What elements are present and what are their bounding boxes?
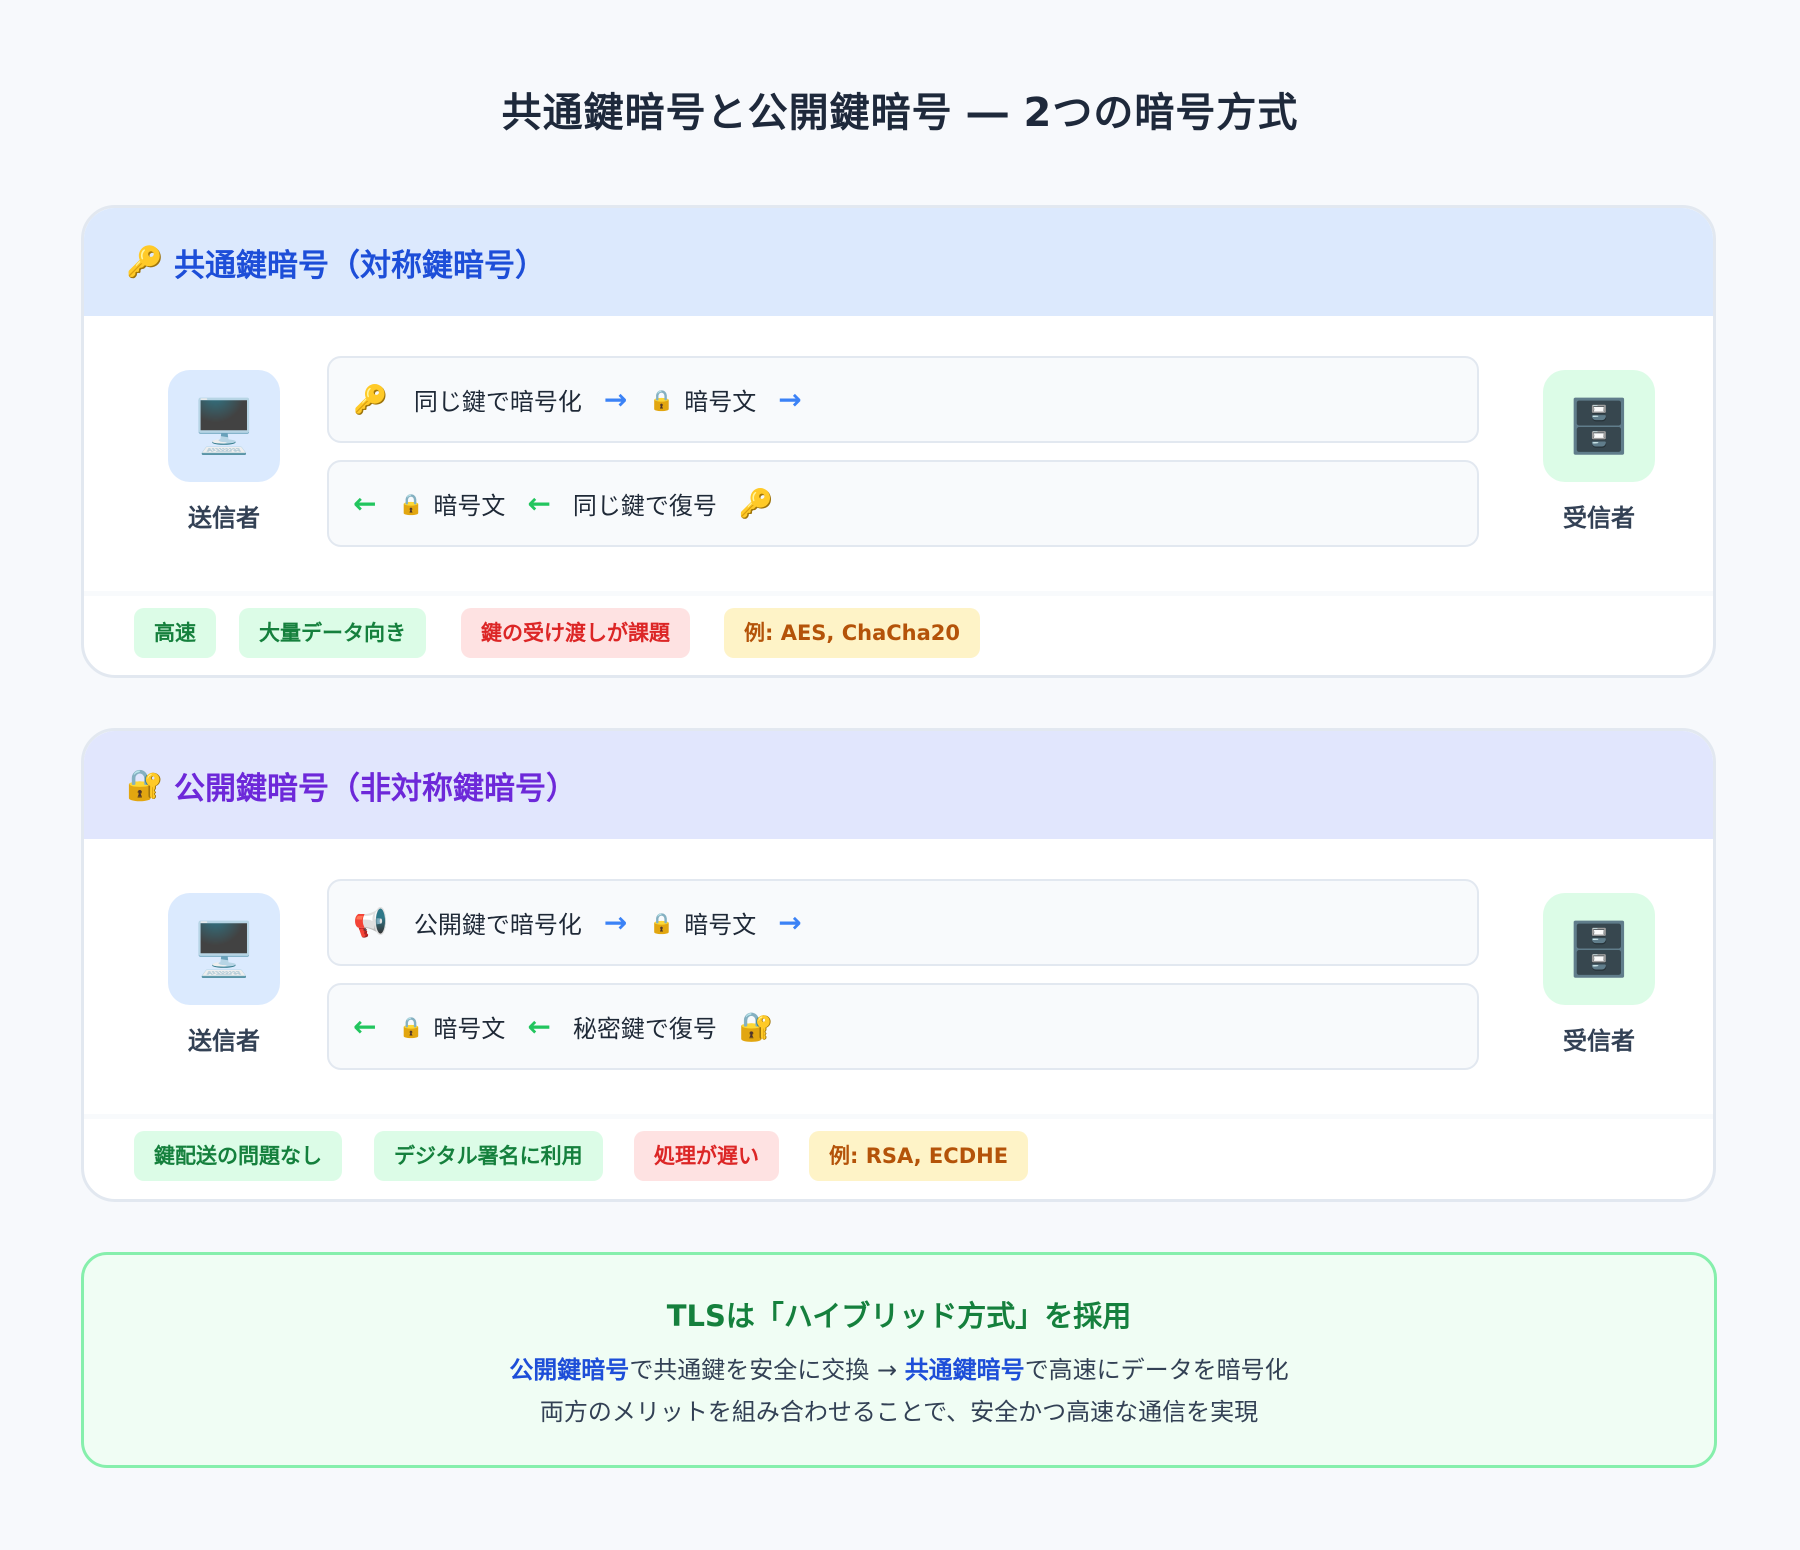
sender-label: 送信者: [188, 1027, 260, 1055]
sender-label: 送信者: [188, 504, 260, 532]
tag-example: 例: AES, ChaCha20: [724, 608, 981, 658]
receiver: 🗄️ 受信者: [1529, 370, 1669, 533]
arrow-right-icon: →: [603, 906, 628, 939]
ciphertext-label: 暗号文: [433, 1015, 506, 1043]
symmetric-card: 🔑 共通鍵暗号（対称鍵暗号） 🖥️ 送信者 🔑 同じ鍵で暗号化 → 🔒 暗号文 …: [81, 205, 1716, 678]
tag-pro: 鍵配送の問題なし: [134, 1131, 342, 1181]
tag-con: 処理が遅い: [634, 1131, 779, 1181]
tag-row: 高速 大量データ向き 鍵の受け渡しが課題 例: AES, ChaCha20: [84, 591, 1713, 675]
decrypt-step-label: 秘密鍵で復号: [572, 1015, 717, 1043]
summary-text: で共通鍵を安全に交換 →: [629, 1356, 905, 1384]
receiver-label: 受信者: [1563, 1027, 1635, 1055]
arrow-left-icon: ←: [353, 1010, 377, 1043]
symmetric-card-title: 共通鍵暗号（対称鍵暗号）: [174, 247, 546, 284]
lock-icon: 🔒: [649, 910, 675, 935]
sender: 🖥️ 送信者: [154, 370, 294, 533]
lock-icon: 🔒: [398, 491, 424, 516]
computer-icon: 🖥️: [168, 370, 280, 482]
summary-line-2: 両方のメリットを組み合わせることで、安全かつ高速な通信を実現: [539, 1398, 1259, 1426]
arrow-right-icon: →: [603, 383, 628, 416]
highlight-public-key: 公開鍵暗号: [509, 1356, 630, 1384]
tag-row: 鍵配送の問題なし デジタル署名に利用 処理が遅い 例: RSA, ECDHE: [84, 1114, 1713, 1199]
symmetric-card-header: 🔑 共通鍵暗号（対称鍵暗号）: [84, 208, 1713, 316]
lock-icon: 🔒: [398, 1014, 424, 1039]
file-cabinet-icon: 🗄️: [1543, 893, 1655, 1005]
decrypt-step-label: 同じ鍵で復号: [572, 492, 717, 520]
megaphone-icon: 📢: [353, 906, 388, 939]
decrypt-flow: ← 🔒 暗号文 ← 秘密鍵で復号 🔐: [327, 983, 1479, 1070]
key-icon: 🔑: [353, 383, 388, 416]
encrypt-step-label: 同じ鍵で暗号化: [413, 388, 582, 416]
sender: 🖥️ 送信者: [154, 893, 294, 1056]
highlight-common-key: 共通鍵暗号: [904, 1356, 1025, 1384]
ciphertext-label: 暗号文: [433, 492, 506, 520]
tag-pro: 大量データ向き: [239, 608, 426, 658]
key-icon: 🔑: [738, 487, 774, 520]
tag-con: 鍵の受け渡しが課題: [461, 608, 690, 658]
arrow-right-icon: →: [778, 906, 802, 939]
arrow-left-icon: ←: [527, 1010, 551, 1043]
encrypt-flow: 🔑 同じ鍵で暗号化 → 🔒 暗号文 →: [327, 356, 1479, 443]
tag-pro: デジタル署名に利用: [374, 1131, 603, 1181]
arrow-left-icon: ←: [353, 487, 377, 520]
ciphertext-label: 暗号文: [684, 388, 757, 416]
tag-pro: 高速: [134, 608, 216, 658]
asymmetric-card-header: 🔐 公開鍵暗号（非対称鍵暗号）: [84, 731, 1713, 839]
summary-title: TLSは「ハイブリッド方式」を採用: [666, 1299, 1132, 1333]
ciphertext-label: 暗号文: [684, 911, 757, 939]
arrow-right-icon: →: [778, 383, 802, 416]
arrow-left-icon: ←: [527, 487, 551, 520]
encrypt-flow: 📢 公開鍵で暗号化 → 🔒 暗号文 →: [327, 879, 1479, 966]
locked-with-key-icon: 🔐: [126, 767, 164, 803]
computer-icon: 🖥️: [168, 893, 280, 1005]
locked-with-key-icon: 🔐: [738, 1010, 774, 1043]
file-cabinet-icon: 🗄️: [1543, 370, 1655, 482]
receiver-label: 受信者: [1563, 504, 1635, 532]
decrypt-flow: ← 🔒 暗号文 ← 同じ鍵で復号 🔑: [327, 460, 1479, 547]
asymmetric-card: 🔐 公開鍵暗号（非対称鍵暗号） 🖥️ 送信者 📢 公開鍵で暗号化 → 🔒 暗号文…: [81, 728, 1716, 1202]
tag-example: 例: RSA, ECDHE: [809, 1131, 1029, 1181]
summary-text: で高速にデータを暗号化: [1024, 1356, 1289, 1384]
lock-icon: 🔒: [649, 387, 675, 412]
summary-box: TLSは「ハイブリッド方式」を採用 公開鍵暗号で共通鍵を安全に交換 → 共通鍵暗…: [81, 1252, 1717, 1468]
page-title: 共通鍵暗号と公開鍵暗号 ― 2つの暗号方式: [501, 90, 1299, 136]
asymmetric-card-title: 公開鍵暗号（非対称鍵暗号）: [174, 770, 577, 807]
key-icon: 🔑: [126, 244, 164, 280]
receiver: 🗄️ 受信者: [1529, 893, 1669, 1056]
summary-line-1: 公開鍵暗号で共通鍵を安全に交換 → 共通鍵暗号で高速にデータを暗号化: [84, 1349, 1714, 1391]
encrypt-step-label: 公開鍵で暗号化: [413, 911, 582, 939]
